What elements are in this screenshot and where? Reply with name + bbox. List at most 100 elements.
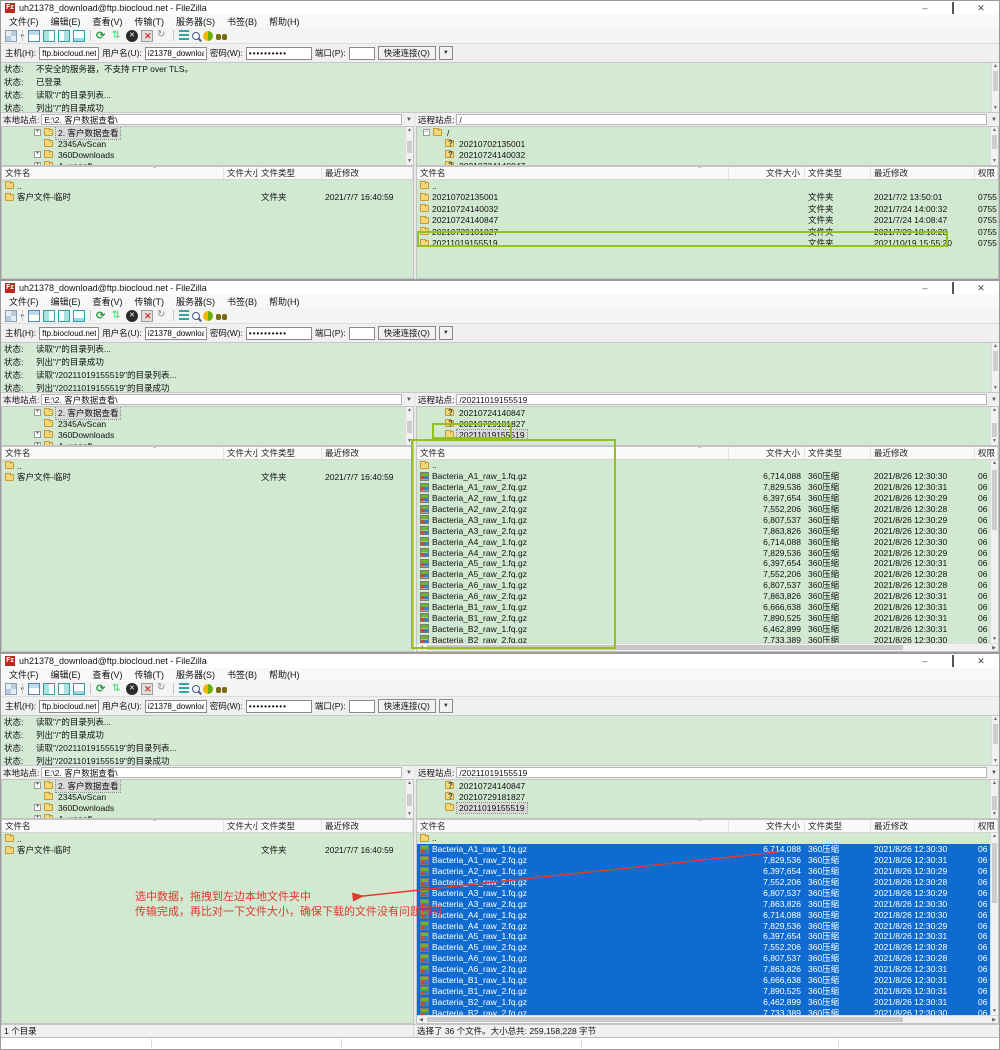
local-path-input[interactable]: E:\2. 客户数据查看\ (41, 394, 402, 405)
quickconnect-button[interactable]: 快速连接(Q) (378, 699, 436, 713)
toolbar-separator[interactable] (90, 683, 91, 694)
file-row[interactable]: .. (417, 460, 998, 471)
password-input[interactable] (246, 327, 312, 340)
scroll-down-icon[interactable]: ▼ (992, 105, 999, 112)
column-header[interactable]: 最近修改 (871, 820, 975, 832)
synchronized-browsing-icon[interactable] (203, 311, 213, 321)
file-row[interactable]: Bacteria_A2_raw_1.fq.gz 6,397,654 360压缩 … (417, 493, 998, 504)
file-row[interactable]: Bacteria_B2_raw_1.fq.gz 6,462,899 360压缩 … (417, 623, 998, 634)
menu-item[interactable]: 查看(V) (87, 668, 129, 681)
remote-list-scrollbar[interactable]: ▲▼ (990, 460, 998, 643)
remote-tree-scrollbar[interactable]: ▲▼ (990, 127, 998, 165)
file-row[interactable]: Bacteria_A5_raw_1.fq.gz 6,397,654 360压缩 … (417, 931, 998, 942)
scroll-down-icon[interactable]: ▼ (992, 758, 999, 765)
remote-tree-item[interactable]: 20210724140847 (417, 407, 998, 418)
compare-directories-icon[interactable] (192, 32, 200, 40)
quickconnect-button[interactable]: 快速连接(Q) (378, 326, 436, 340)
host-input[interactable] (39, 700, 99, 713)
tree-expander-icon[interactable] (34, 151, 41, 158)
scroll-up-icon[interactable]: ▲ (991, 833, 998, 840)
username-input[interactable] (145, 327, 207, 340)
menu-item[interactable]: 书签(B) (221, 295, 263, 308)
filter-icon[interactable] (179, 683, 189, 695)
menu-item[interactable]: 服务器(S) (170, 668, 221, 681)
menu-item[interactable]: 传输(T) (129, 15, 171, 28)
file-row[interactable]: Bacteria_B2_raw_1.fq.gz 6,462,899 360压缩 … (417, 996, 998, 1007)
file-row[interactable]: Bacteria_A4_raw_2.fq.gz 7,829,536 360压缩 … (417, 547, 998, 558)
column-header[interactable]: 文件大小 (729, 447, 805, 459)
log-scrollbar[interactable]: ▲▼ (991, 63, 999, 112)
menu-item[interactable]: 文件(F) (3, 668, 45, 681)
local-tree-scrollbar[interactable]: ▲▼ (405, 780, 413, 818)
column-header[interactable]: 文件类型 (805, 820, 871, 832)
port-input[interactable] (349, 327, 375, 340)
disconnect-icon[interactable] (141, 683, 153, 695)
scroll-down-icon[interactable]: ▼ (992, 385, 999, 392)
restore-button[interactable] (939, 655, 967, 668)
filter-icon[interactable] (179, 30, 189, 42)
remote-horizontal-scrollbar[interactable]: ◀▶ (417, 643, 998, 651)
disconnect-icon[interactable] (141, 310, 153, 322)
toggle-transfer-queue-icon[interactable] (73, 310, 85, 322)
local-tree-scrollbar[interactable]: ▲▼ (405, 407, 413, 445)
file-row[interactable]: Bacteria_A4_raw_1.fq.gz 6,714,088 360压缩 … (417, 536, 998, 547)
restore-button[interactable] (939, 282, 967, 295)
reconnect-icon[interactable] (156, 30, 168, 42)
toggle-remote-tree-icon[interactable] (58, 310, 70, 322)
file-row[interactable]: Bacteria_A2_raw_2.fq.gz 7,552,206 360压缩 … (417, 877, 998, 888)
menu-item[interactable]: 查看(V) (87, 15, 129, 28)
file-row[interactable]: Bacteria_B2_raw_2.fq.gz 7,733,389 360压缩 … (417, 634, 998, 643)
site-manager-icon[interactable] (5, 310, 17, 322)
tree-expander-icon[interactable] (34, 162, 41, 166)
scroll-up-icon[interactable]: ▲ (406, 127, 413, 134)
file-row[interactable]: .. (2, 180, 413, 192)
tree-expander-icon[interactable] (423, 129, 430, 136)
column-header[interactable]: 最近修改 (322, 447, 413, 459)
file-row[interactable]: Bacteria_A2_raw_2.fq.gz 7,552,206 360压缩 … (417, 504, 998, 515)
file-row[interactable]: .. (417, 833, 998, 844)
column-header[interactable]: 文件名 (417, 820, 729, 832)
menu-item[interactable]: 书签(B) (221, 668, 263, 681)
chevron-down-icon[interactable]: ▼ (989, 117, 999, 123)
refresh-icon[interactable] (96, 310, 108, 322)
menu-item[interactable]: 帮助(H) (263, 668, 306, 681)
remote-tree-item[interactable]: 20210729181827 (417, 791, 998, 802)
toolbar-separator[interactable] (22, 30, 23, 41)
scroll-right-icon[interactable]: ▶ (990, 1016, 998, 1024)
scroll-up-icon[interactable]: ▲ (992, 343, 999, 350)
remote-tree-item[interactable]: 20210702135001 (417, 138, 998, 149)
find-files-icon[interactable] (216, 314, 221, 320)
remote-tree-scrollbar[interactable]: ▲▼ (990, 407, 998, 445)
local-tree-item[interactable]: 2. 客户数据查看 (2, 780, 413, 791)
compare-directories-icon[interactable] (192, 685, 200, 693)
file-row[interactable]: Bacteria_A5_raw_2.fq.gz 7,552,206 360压缩 … (417, 942, 998, 953)
scroll-up-icon[interactable]: ▲ (991, 127, 998, 134)
remote-horizontal-scrollbar[interactable]: ◀▶ (417, 1015, 998, 1023)
quickconnect-dropdown-icon[interactable]: ▼ (439, 326, 453, 340)
remote-tree-item[interactable]: 20210729181827 (417, 418, 998, 429)
file-row[interactable]: Bacteria_A4_raw_1.fq.gz 6,714,088 360压缩 … (417, 909, 998, 920)
file-row[interactable]: .. (2, 460, 413, 472)
cancel-operation-icon[interactable] (126, 310, 138, 322)
local-tree-item[interactable]: 2. 客户数据查看 (2, 407, 413, 418)
scroll-down-icon[interactable]: ▼ (991, 811, 998, 818)
log-scrollbar[interactable]: ▲▼ (991, 343, 999, 392)
scroll-up-icon[interactable]: ▲ (992, 63, 999, 70)
column-header[interactable]: 权限 (975, 447, 998, 459)
local-tree-item[interactable]: 2345AvScan (2, 138, 413, 149)
scroll-up-icon[interactable]: ▲ (406, 780, 413, 787)
menu-item[interactable]: 服务器(S) (170, 15, 221, 28)
scroll-down-icon[interactable]: ▼ (991, 158, 998, 165)
tree-expander-icon[interactable] (34, 782, 41, 789)
scroll-down-icon[interactable]: ▼ (991, 438, 998, 445)
column-header[interactable]: 最近修改 (871, 167, 975, 179)
file-row[interactable]: Bacteria_A5_raw_1.fq.gz 6,397,654 360压缩 … (417, 558, 998, 569)
file-row[interactable]: Bacteria_A2_raw_1.fq.gz 6,397,654 360压缩 … (417, 866, 998, 877)
column-header[interactable]: 文件类型 (258, 167, 322, 179)
local-tree-item[interactable]: 4. wapofl (2, 813, 413, 819)
local-tree-item[interactable]: 360Downloads (2, 802, 413, 813)
scroll-down-icon[interactable]: ▼ (406, 438, 413, 445)
reconnect-icon[interactable] (156, 683, 168, 695)
tree-expander-icon[interactable] (34, 815, 41, 819)
remote-path-input[interactable]: /20211019155519 (456, 767, 987, 778)
